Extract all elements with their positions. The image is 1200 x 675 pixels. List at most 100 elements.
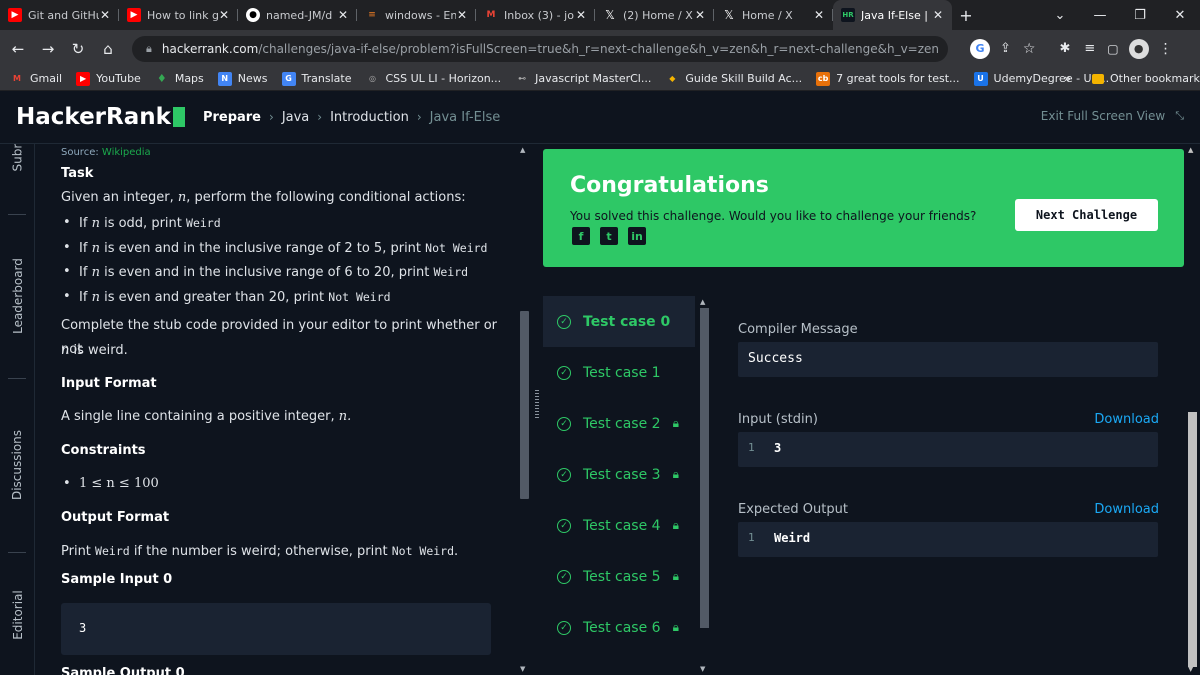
page-scrollbar[interactable]: ▲ ▼ bbox=[1185, 144, 1200, 675]
tab-submissions[interactable]: Submissions bbox=[0, 144, 35, 184]
collapse-icon: ⤡ bbox=[1175, 109, 1184, 122]
twitter-icon[interactable]: t bbox=[600, 227, 618, 245]
youtube-icon: ▶ bbox=[127, 8, 141, 22]
scroll-thumb[interactable] bbox=[700, 308, 709, 628]
test-case-item[interactable]: ✓ Test case 6 🔒︎ bbox=[543, 602, 695, 653]
bookmark-item[interactable]: ♦ Maps bbox=[155, 72, 204, 86]
problem-statement: Source: Wikipedia Task Given an integer,… bbox=[36, 144, 516, 675]
input-download-link[interactable]: Download bbox=[1094, 412, 1159, 427]
social-share: f t in bbox=[572, 227, 656, 245]
tab-leaderboard[interactable]: Leaderboard bbox=[0, 216, 35, 376]
problem-scrollbar[interactable]: ▲ ▼ bbox=[517, 144, 532, 675]
other-bookmarks[interactable]: Other bookmarks bbox=[1092, 72, 1200, 85]
browser-tab[interactable]: ≡ windows - En ✕ bbox=[357, 0, 476, 30]
close-tab-icon[interactable]: ✕ bbox=[218, 8, 230, 22]
bookmark-item[interactable]: ▶ YouTube bbox=[76, 71, 141, 86]
test-case-scrollbar[interactable]: ▲ ▼ bbox=[697, 296, 712, 675]
browser-tab[interactable]: ▶ How to link g ✕ bbox=[119, 0, 238, 30]
bookmark-item[interactable]: cb 7 great tools for test... bbox=[816, 71, 960, 86]
bookmark-item[interactable]: ◎ CSS UL LI - Horizon... bbox=[365, 72, 501, 86]
scroll-down-icon[interactable]: ▼ bbox=[700, 665, 705, 673]
url-field[interactable]: 🔒︎ hackerrank.com/challenges/java-if-els… bbox=[132, 35, 948, 62]
bookmark-item[interactable]: U UdemyDegree - Ud... bbox=[973, 71, 1109, 86]
back-icon[interactable]: ← bbox=[6, 40, 30, 58]
pane-resize-handle[interactable] bbox=[532, 144, 542, 675]
bookmark-item[interactable]: M Gmail bbox=[10, 72, 62, 86]
scroll-up-icon[interactable]: ▲ bbox=[520, 146, 525, 154]
tab-discussions[interactable]: Discussions bbox=[0, 380, 35, 550]
expected-download-link[interactable]: Download bbox=[1094, 502, 1159, 517]
close-tab-icon[interactable]: ✕ bbox=[575, 8, 587, 22]
reading-list-icon[interactable]: ≡ bbox=[1084, 41, 1095, 56]
test-case-item[interactable]: ✓ Test case 0 bbox=[543, 296, 695, 347]
avatar[interactable]: ● bbox=[1128, 38, 1149, 59]
lock-icon: 🔒︎ bbox=[672, 416, 679, 430]
input-label: Input (stdin) bbox=[738, 412, 818, 427]
task-intro: Given an integer, n, perform the followi… bbox=[61, 190, 466, 205]
forward-icon[interactable]: → bbox=[36, 40, 60, 58]
web-icon: ⊷ bbox=[518, 74, 527, 83]
facebook-icon[interactable]: f bbox=[572, 227, 590, 245]
close-tab-icon[interactable]: ✕ bbox=[99, 8, 111, 22]
restore-icon[interactable]: ❐ bbox=[1120, 8, 1160, 23]
scroll-up-icon[interactable]: ▲ bbox=[700, 298, 705, 306]
share-icon[interactable]: ⇪ bbox=[1000, 41, 1011, 56]
home-icon[interactable]: ⌂ bbox=[96, 40, 120, 58]
next-challenge-button[interactable]: Next Challenge bbox=[1015, 199, 1158, 231]
scroll-thumb[interactable] bbox=[520, 311, 529, 499]
menu-icon[interactable]: ⋮ bbox=[1159, 41, 1173, 57]
rule-item: If n is even and in the inclusive range … bbox=[63, 236, 488, 261]
scroll-up-icon[interactable]: ▲ bbox=[1188, 146, 1193, 154]
youtube-icon: ▶ bbox=[76, 71, 91, 86]
logo[interactable]: HackerRank bbox=[16, 104, 185, 130]
linkedin-icon[interactable]: in bbox=[628, 227, 646, 245]
new-tab-button[interactable]: + bbox=[952, 0, 980, 30]
close-tab-icon[interactable]: ✕ bbox=[932, 8, 944, 22]
browser-tab[interactable]: 𝕏 Home / X ✕ bbox=[714, 0, 833, 30]
close-tab-icon[interactable]: ✕ bbox=[337, 8, 349, 22]
test-case-item[interactable]: ✓ Test case 1 bbox=[543, 347, 695, 398]
tab-editorial[interactable]: Editorial bbox=[0, 554, 35, 675]
breadcrumb-introduction[interactable]: Introduction bbox=[330, 110, 409, 125]
side-tabs: Submissions Leaderboard Discussions Edit… bbox=[0, 144, 35, 675]
rule-item: If n is odd, print Weird bbox=[63, 211, 221, 236]
test-case-item[interactable]: ✓ Test case 5 🔒︎ bbox=[543, 551, 695, 602]
breadcrumb-java[interactable]: Java bbox=[282, 110, 309, 125]
test-case-item[interactable]: ✓ Test case 2 🔒︎ bbox=[543, 398, 695, 449]
exit-fullscreen-button[interactable]: Exit Full Screen View ⤡ bbox=[1041, 109, 1184, 123]
site-header: HackerRank Prepare › Java › Introduction… bbox=[0, 91, 1200, 144]
bookmark-item[interactable]: N News bbox=[217, 71, 268, 86]
browser-tab[interactable]: ● named-JM/d ✕ bbox=[238, 0, 357, 30]
side-panel-icon[interactable]: ▢ bbox=[1107, 42, 1118, 56]
close-tab-icon[interactable]: ✕ bbox=[456, 8, 468, 22]
browser-tab[interactable]: ▶ Git and GitHu ✕ bbox=[0, 0, 119, 30]
close-tab-icon[interactable]: ✕ bbox=[694, 8, 706, 22]
scroll-down-icon[interactable]: ▼ bbox=[1188, 665, 1193, 673]
results-panel: Congratulations You solved this challeng… bbox=[542, 144, 1185, 675]
bookmark-item[interactable]: ◆ Guide Skill Build Ac... bbox=[665, 72, 802, 86]
minimize-icon[interactable]: — bbox=[1080, 8, 1120, 23]
bookmark-item[interactable]: ⊷ Javascript MasterCl... bbox=[515, 72, 651, 86]
wikipedia-link[interactable]: Wikipedia bbox=[102, 147, 151, 158]
close-tab-icon[interactable]: ✕ bbox=[813, 8, 825, 22]
rule-item: If n is even and greater than 20, print … bbox=[63, 285, 391, 310]
browser-tab[interactable]: M Inbox (3) - jo ✕ bbox=[476, 0, 595, 30]
scroll-down-icon[interactable]: ▼ bbox=[520, 665, 525, 673]
more-bookmarks-icon[interactable]: » bbox=[1064, 72, 1071, 85]
browser-tab-active[interactable]: HR Java If-Else | H ✕ bbox=[833, 0, 952, 30]
x-icon: 𝕏 bbox=[724, 8, 734, 22]
breadcrumb-prepare[interactable]: Prepare bbox=[203, 110, 261, 125]
address-bar-row: ← → ↻ ⌂ 🔒︎ hackerrank.com/challenges/jav… bbox=[0, 30, 1200, 67]
bookmark-star-icon[interactable]: ☆ bbox=[1023, 41, 1036, 57]
test-case-item[interactable]: ✓ Test case 3 🔒︎ bbox=[543, 449, 695, 500]
tab-search-icon[interactable]: ⌄ bbox=[1040, 8, 1080, 23]
extensions-icon[interactable]: ✱ bbox=[1059, 41, 1070, 56]
google-icon[interactable]: G bbox=[970, 38, 990, 59]
test-case-item[interactable]: ✓ Test case 4 🔒︎ bbox=[543, 500, 695, 551]
scroll-thumb[interactable] bbox=[1188, 412, 1197, 667]
browser-tab[interactable]: 𝕏 (2) Home / X ✕ bbox=[595, 0, 714, 30]
sample-input-heading: Sample Input 0 bbox=[61, 572, 173, 587]
reload-icon[interactable]: ↻ bbox=[66, 40, 90, 58]
close-window-icon[interactable]: ✕ bbox=[1160, 8, 1200, 23]
bookmark-item[interactable]: G Translate bbox=[281, 71, 351, 86]
